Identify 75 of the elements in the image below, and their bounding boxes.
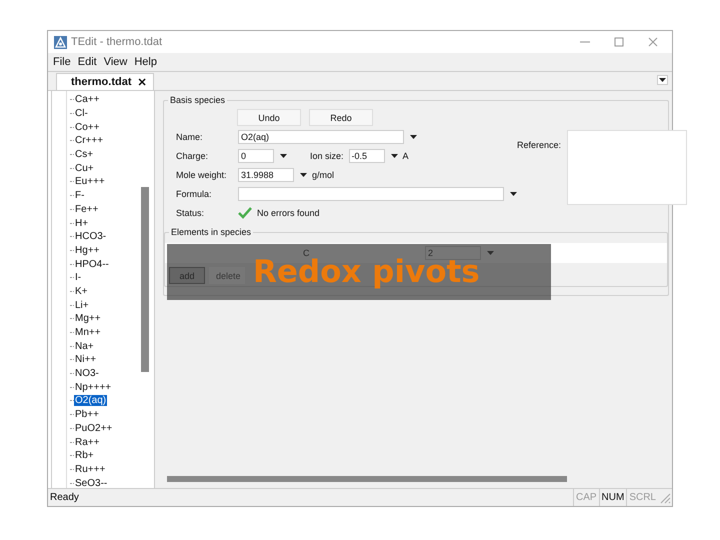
tree-item[interactable]: Mn++	[74, 327, 102, 338]
tree-item[interactable]: HCO3-	[74, 231, 108, 242]
action-button[interactable]: Undo	[237, 109, 301, 126]
field-label: Charge:	[176, 151, 210, 161]
dropdown-field[interactable]	[238, 187, 504, 201]
key-indicator: SCRL	[626, 489, 658, 506]
tree-item[interactable]: NO3-	[74, 368, 100, 380]
window-title: TEdit - thermo.tdat	[71, 36, 164, 48]
tree-item[interactable]: Ra++	[74, 436, 100, 448]
close-icon[interactable]	[648, 37, 658, 47]
caret-icon	[300, 173, 307, 177]
tree-item[interactable]: Fe++	[74, 204, 100, 215]
unit-label: g/mol	[312, 170, 334, 180]
dropdown-field[interactable]: 0	[238, 149, 274, 163]
maximize-icon[interactable]	[614, 37, 624, 47]
tab-list-button[interactable]	[657, 75, 668, 85]
unit-label: A	[402, 151, 409, 161]
tab-close-button[interactable]: ✕	[138, 76, 146, 88]
caret-icon	[659, 78, 666, 82]
menu-item[interactable]: Help	[133, 56, 158, 68]
scrollbar-thumb[interactable]	[167, 476, 567, 482]
tree-item[interactable]: PuO2++	[74, 422, 114, 434]
tree-item[interactable]: Rb+	[74, 450, 95, 462]
tree-item[interactable]: F-	[74, 190, 86, 202]
caret-icon	[510, 192, 517, 196]
tree-item[interactable]: Na+	[74, 340, 95, 352]
status-text: Ready	[50, 492, 79, 503]
tree-item[interactable]: O2(aq)	[74, 395, 108, 406]
group-title: Basis species	[169, 95, 226, 105]
tree-item[interactable]: HPO4--	[74, 258, 110, 270]
caret-icon	[410, 135, 417, 139]
reference-field[interactable]	[567, 130, 688, 205]
dropdown-field[interactable]: 31.9988	[238, 168, 294, 182]
action-button[interactable]: Redo	[309, 109, 373, 126]
field-label: Reference:	[517, 140, 562, 152]
caret-icon	[487, 251, 494, 255]
tree-item[interactable]: H+	[74, 218, 90, 229]
field-label: Ion size:	[310, 151, 344, 161]
caret-icon	[390, 154, 398, 158]
menu-item[interactable]: Edit	[76, 56, 98, 68]
menu-item[interactable]: View	[102, 56, 128, 68]
caret-icon	[280, 154, 287, 158]
tree-item[interactable]: Cs+	[74, 149, 94, 160]
field-label: Status:	[176, 208, 206, 218]
dropdown-field[interactable]: O2(aq)	[238, 130, 404, 144]
tree-item[interactable]: Li+	[74, 300, 90, 311]
dropdown-field[interactable]: -0.5	[348, 149, 385, 163]
field-label: Mole weight:	[176, 170, 228, 180]
tree-item[interactable]: Mg++	[74, 313, 102, 324]
field-label: Formula:	[176, 189, 213, 199]
tree-item[interactable]: Hg++	[74, 244, 100, 256]
tree-item[interactable]: Cl-	[74, 108, 89, 120]
status-text: No errors found	[257, 208, 320, 218]
tree-item[interactable]: Ru+++	[74, 464, 106, 475]
tree-item[interactable]: Co++	[74, 122, 100, 133]
tree-item[interactable]: Pb++	[74, 409, 100, 420]
tab-label: thermo.tdat	[71, 76, 132, 88]
group-title: Elements in species	[170, 227, 252, 237]
tree-item[interactable]: SeO3--	[74, 478, 108, 489]
table-cell-text: C	[303, 248, 310, 258]
tree-item[interactable]: Cu+	[74, 162, 95, 174]
app-icon	[54, 36, 67, 48]
tab[interactable]: thermo.tdat ✕	[56, 73, 154, 90]
tree-item[interactable]: K+	[74, 286, 89, 297]
tree-item[interactable]: Cr+++	[74, 135, 104, 146]
menu-item[interactable]: File	[52, 56, 72, 68]
tree-item[interactable]: Ni++	[74, 354, 98, 366]
key-indicator: NUM	[598, 489, 626, 506]
field-label: Name:	[176, 132, 204, 142]
tree-item[interactable]: Ca++	[74, 94, 100, 106]
tree-item[interactable]: I-	[74, 272, 82, 284]
key-indicator: CAP	[572, 489, 599, 506]
tree-item[interactable]: Np++++	[74, 382, 112, 393]
tree-item[interactable]: Eu+++	[74, 176, 106, 188]
scrollbar-thumb[interactable]	[141, 187, 149, 372]
